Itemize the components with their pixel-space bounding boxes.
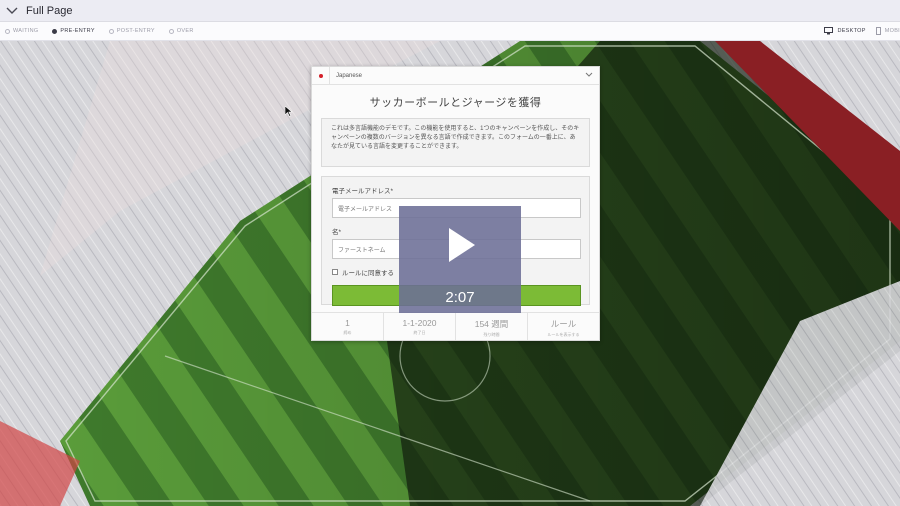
checkbox-icon (332, 269, 338, 275)
top-bar: Full Page (0, 0, 900, 22)
page-title: Full Page (26, 4, 73, 17)
chevron-down-icon[interactable] (4, 3, 20, 19)
video-duration: 2:07 (445, 289, 475, 306)
stat-rules-link[interactable]: ルール ルールを表示する (528, 313, 599, 340)
device-mobile[interactable]: MOBI (875, 27, 900, 35)
form-description: これは多言語機能のデモです。この機能を使用すると、1つのキャンペーンを作成し、そ… (321, 118, 590, 167)
language-label: Japanese (336, 72, 363, 79)
email-label: 電子メールアドレス* (332, 188, 394, 195)
chevron-down-icon (585, 72, 593, 80)
stat-time-left: 154 週間 残り時間 (456, 313, 528, 340)
stat-end-date: 1-1-2020 終了日 (384, 313, 456, 340)
video-overlay[interactable]: 2:07 (399, 206, 521, 313)
stat-entries: 1 締め (312, 313, 384, 340)
form-title: サッカーボールとジャージを獲得 (369, 97, 542, 109)
play-icon[interactable] (449, 228, 475, 267)
language-selector[interactable]: Japanese (312, 66, 599, 85)
radio-icon (52, 28, 58, 34)
japan-flag-icon (312, 66, 330, 85)
radio-icon (108, 28, 114, 34)
phone-icon (875, 27, 881, 35)
state-pre-entry[interactable]: PRE-ENTRY (52, 28, 95, 34)
monitor-icon (824, 27, 834, 35)
stats-bar: 1 締め 1-1-2020 終了日 154 週間 残り時間 ルール ルールを表示する (312, 312, 599, 340)
state-over[interactable]: OVER (168, 28, 194, 34)
state-post-entry[interactable]: POST-ENTRY (108, 28, 155, 34)
radio-icon (5, 28, 10, 34)
state-waiting[interactable]: WAITING (5, 28, 38, 34)
agree-label: ルールに同意する (342, 270, 394, 277)
radio-icon (168, 28, 174, 34)
state-bar: WAITING PRE-ENTRY POST-ENTRY OVER DESKTO… (0, 22, 900, 41)
mouse-cursor-icon (284, 104, 293, 122)
device-desktop[interactable]: DESKTOP (824, 27, 865, 35)
